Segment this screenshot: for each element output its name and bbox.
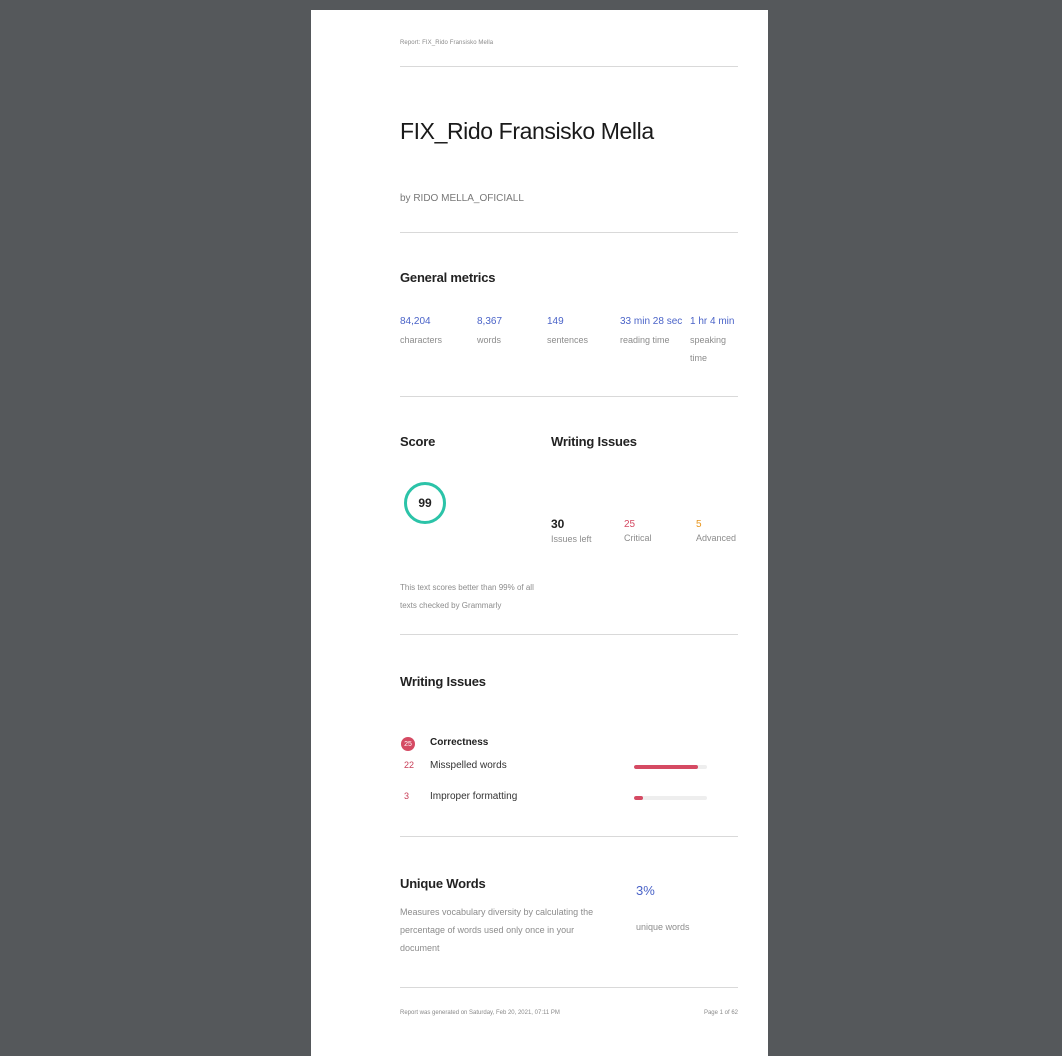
issues-critical-value: 25 bbox=[624, 519, 636, 530]
divider bbox=[400, 836, 738, 837]
metric-sentences: 149 sentences bbox=[547, 316, 607, 349]
issue-bar-fill bbox=[634, 765, 699, 769]
metric-label: speaking time bbox=[690, 335, 727, 363]
metric-label: reading time bbox=[620, 335, 670, 345]
metric-value: 8,367 bbox=[477, 316, 503, 327]
issues-advanced-label: Advanced bbox=[696, 533, 737, 543]
writing-issues-summary-heading: Writing Issues bbox=[551, 434, 637, 449]
metric-label: sentences bbox=[547, 335, 589, 345]
issue-count: 22 bbox=[404, 760, 415, 770]
issue-label: Improper formatting bbox=[430, 791, 518, 802]
unique-words-label: unique words bbox=[636, 922, 690, 932]
metric-label: words bbox=[477, 335, 502, 345]
divider bbox=[400, 987, 738, 988]
issues-left-label: Issues left bbox=[551, 534, 592, 544]
issue-bar-track bbox=[634, 765, 707, 769]
correctness-label: Correctness bbox=[430, 737, 489, 748]
divider bbox=[400, 396, 738, 397]
report-generated-date: Report was generated on Saturday, Feb 20… bbox=[400, 1010, 560, 1016]
unique-words-heading: Unique Words bbox=[400, 876, 486, 891]
unique-words-value: 3% bbox=[636, 883, 655, 898]
score-heading: Score bbox=[400, 434, 436, 449]
issues-critical: 25 Critical bbox=[624, 517, 652, 543]
report-breadcrumb: Report: FIX_Rido Fransisko Mella bbox=[400, 40, 494, 46]
metric-value: 84,204 bbox=[400, 316, 431, 327]
issue-label: Misspelled words bbox=[430, 760, 507, 771]
page-number: Page 1 of 62 bbox=[703, 1010, 738, 1016]
issue-count: 3 bbox=[404, 791, 410, 801]
issues-advanced: 5 Advanced bbox=[696, 517, 736, 543]
report-page: Report: FIX_Rido Fransisko Mella FIX_Rid… bbox=[311, 10, 768, 1056]
issue-bar-fill bbox=[634, 796, 643, 800]
general-metrics-heading: General metrics bbox=[400, 270, 496, 285]
score-description: This text scores better than 99% of all … bbox=[400, 583, 534, 610]
document-author: by RIDO MELLA_OFICIALL bbox=[400, 193, 524, 204]
issue-row-misspelled: 22 Misspelled words bbox=[400, 760, 738, 776]
issue-bar-track bbox=[634, 796, 707, 800]
metric-reading-time: 33 min 28 sec reading time bbox=[620, 316, 683, 349]
issues-left: 30 Issues left bbox=[551, 517, 592, 544]
score-value: 99 bbox=[418, 496, 432, 510]
score-ring: 99 bbox=[404, 482, 446, 524]
unique-words-description: Measures vocabulary diversity by calcula… bbox=[400, 907, 594, 953]
issues-advanced-value: 5 bbox=[696, 519, 702, 530]
metric-label: characters bbox=[400, 335, 443, 345]
document-title: FIX_Rido Fransisko Mella bbox=[400, 118, 654, 144]
divider bbox=[400, 232, 738, 233]
metric-speaking-time: 1 hr 4 min speaking time bbox=[690, 316, 738, 367]
metric-value: 149 bbox=[547, 316, 564, 327]
metric-value: 33 min 28 sec bbox=[620, 316, 683, 327]
metric-value: 1 hr 4 min bbox=[690, 316, 735, 327]
issue-row-formatting: 3 Improper formatting bbox=[400, 791, 738, 807]
issues-left-value: 30 bbox=[551, 517, 565, 531]
metric-characters: 84,204 characters bbox=[400, 316, 466, 349]
metric-words: 8,367 words bbox=[477, 316, 537, 349]
divider bbox=[400, 634, 738, 635]
correctness-category-row: Correctness bbox=[400, 737, 738, 753]
writing-issues-detail-heading: Writing Issues bbox=[400, 674, 486, 689]
divider bbox=[400, 66, 738, 67]
issues-critical-label: Critical bbox=[624, 533, 652, 543]
